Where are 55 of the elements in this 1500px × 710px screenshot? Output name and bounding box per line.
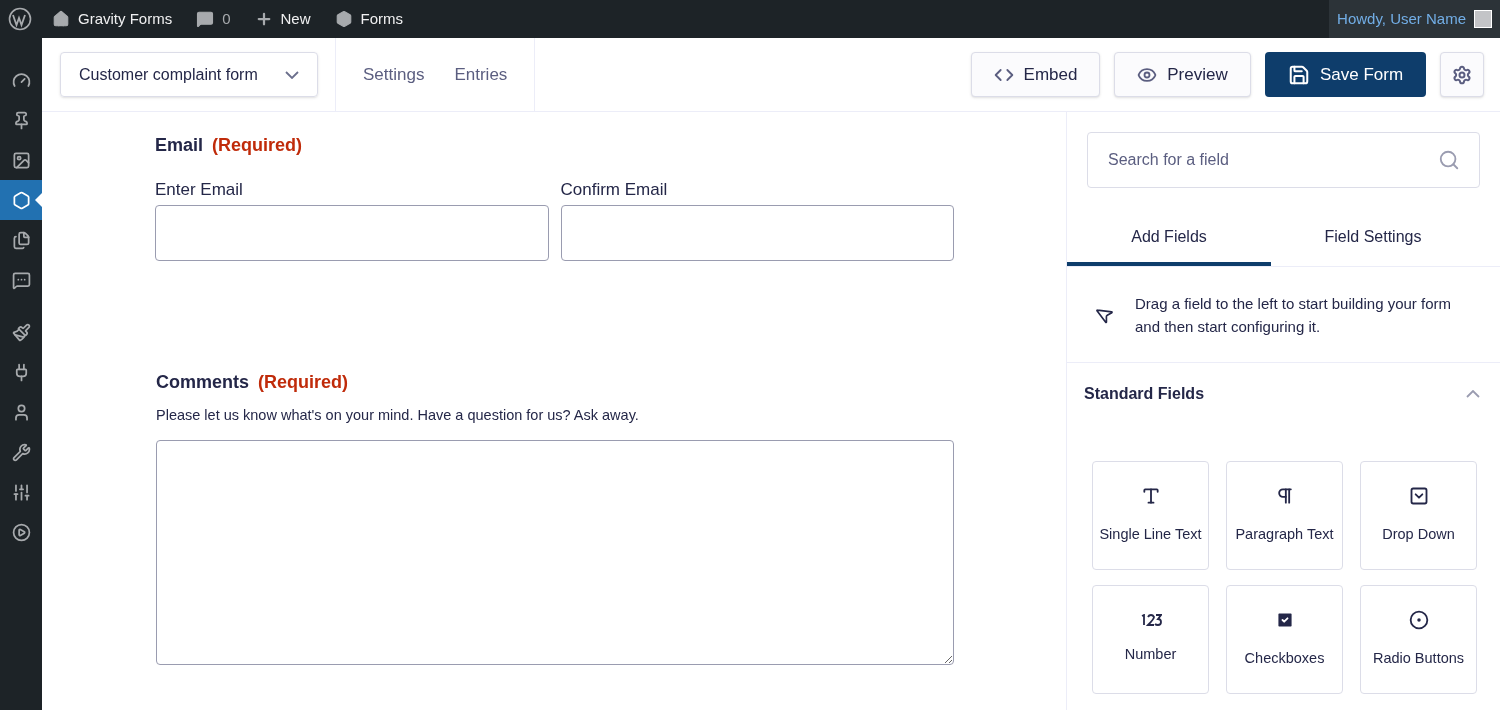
panel-tab[interactable]: Field Settings (1271, 208, 1475, 266)
nav-link[interactable]: Settings (363, 61, 425, 88)
account-menu[interactable]: Howdy, User Name (1329, 0, 1500, 38)
email-input[interactable] (560, 205, 954, 261)
preview-button[interactable]: Preview (1114, 52, 1251, 97)
field-type-button[interactable]: Radio Buttons (1360, 585, 1477, 694)
embed-button[interactable]: Embed (971, 52, 1100, 97)
image-icon (11, 150, 31, 170)
chevron-up-icon (1466, 390, 1480, 398)
search-icon (1438, 149, 1460, 171)
avatar-icon (1474, 10, 1492, 28)
panel-tab[interactable]: Add Fields (1067, 208, 1271, 266)
admin-bar-link[interactable]: Forms (322, 7, 416, 31)
field-type-button[interactable]: Checkboxes (1226, 585, 1343, 694)
save-button[interactable]: Save Form (1265, 52, 1426, 97)
speech-bubble-icon (11, 270, 31, 290)
sidebar-item[interactable] (0, 180, 42, 220)
admin-bar-link[interactable]: New (242, 7, 323, 31)
required-label: (Required) (258, 371, 348, 394)
home-icon (52, 10, 70, 28)
section-header[interactable]: Standard Fields (1067, 363, 1500, 425)
hexagon-icon (334, 10, 353, 28)
chevron-down-icon (285, 70, 299, 79)
speech-bubble-icon (196, 10, 215, 28)
field-type-button[interactable]: Number (1092, 585, 1209, 694)
required-label: (Required) (212, 134, 303, 157)
settings-button[interactable] (1440, 52, 1484, 97)
hint-text: Drag a field to the left to start building your form and then start configuring it. (1135, 293, 1452, 337)
settings-icon (1452, 64, 1472, 85)
field-type-button[interactable]: Single Line Text (1092, 461, 1209, 570)
admin-bar-link[interactable]: Gravity Forms (40, 7, 185, 31)
search-field[interactable]: Search for a field (1087, 132, 1480, 188)
wrench-icon (11, 442, 31, 462)
field-label: Email (155, 134, 204, 157)
digits-icon (1139, 613, 1162, 626)
field-type-button[interactable]: Paragraph Text (1226, 461, 1343, 570)
sliders-icon (11, 482, 31, 502)
subfield-label: Confirm Email (560, 180, 669, 200)
field-description: Please let us know what's on your mind. Have a question for us? Ask away. (156, 406, 640, 425)
wordpress-logo-icon[interactable] (8, 7, 32, 31)
dropdown-icon (1408, 485, 1429, 506)
pages-icon (11, 230, 31, 250)
field-type-button[interactable]: Drop Down (1360, 461, 1477, 570)
field-label: Comments (156, 371, 249, 394)
nav-link[interactable]: Entries (454, 61, 508, 88)
email-input[interactable] (155, 205, 549, 261)
current-pointer-icon (35, 193, 42, 207)
form-select[interactable]: Customer complaint form (60, 52, 318, 97)
gauge-icon (11, 70, 31, 90)
paintbrush-icon (11, 322, 31, 342)
play-icon (11, 522, 31, 542)
radio-icon (1408, 609, 1429, 630)
subfield-label: Enter Email (155, 180, 244, 200)
admin-bar-link[interactable]: 0 (184, 7, 243, 31)
hexagon-icon (11, 190, 31, 210)
